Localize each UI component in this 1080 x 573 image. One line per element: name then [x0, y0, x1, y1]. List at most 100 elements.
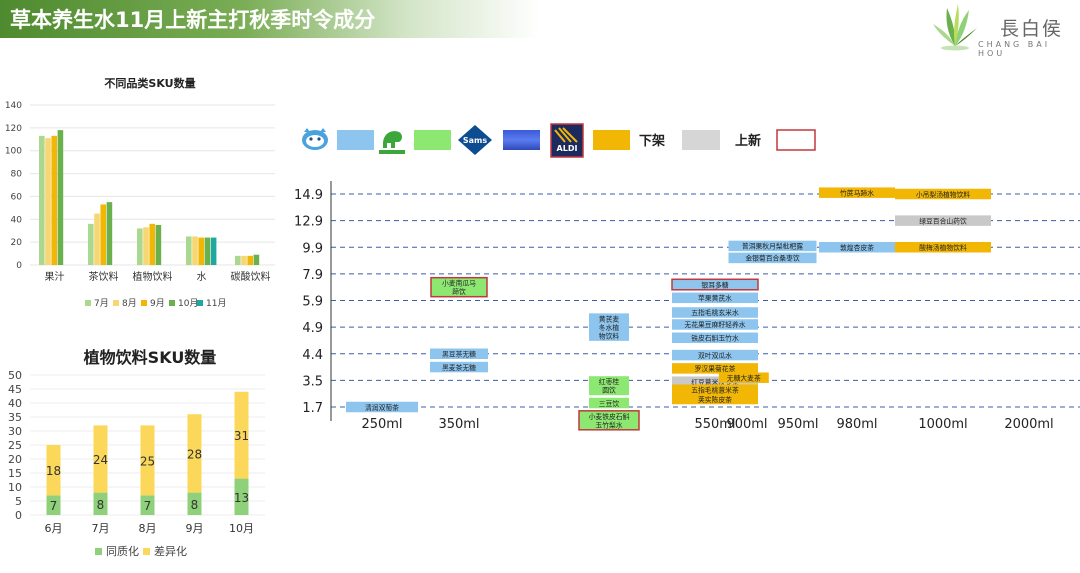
chart2-data-label: 25 — [140, 454, 155, 468]
chart1-y-tick: 80 — [11, 170, 23, 180]
map-product-label: 三豆饮 — [599, 399, 620, 408]
chart1-bar — [149, 223, 155, 265]
map-product-label: 小吊梨汤植物饮料 — [916, 190, 971, 199]
chart1-y-tick: 20 — [11, 238, 23, 248]
chart1-bar — [137, 228, 143, 265]
map-y-tick: 3.5 — [302, 374, 323, 389]
offshelf-swatch — [682, 130, 720, 150]
offshelf-legend-label: 下架 — [639, 133, 665, 149]
aldi-swatch — [593, 130, 630, 150]
chart1-x-tick: 植物饮料 — [133, 270, 173, 283]
map-product-item: 铁皮石斛玉竹水 — [672, 332, 758, 344]
chart2-title: 植物饮料SKU数量 — [83, 348, 217, 367]
chart2-data-label: 18 — [46, 464, 61, 478]
map-product-label: 五指毛桃玄米水 — [691, 308, 739, 317]
map-product-label: 普洱果秋月梨枇杷露 — [742, 242, 803, 251]
chart1-x-tick: 碳酸饮料 — [231, 270, 271, 283]
sams-club-logo-icon: Sams — [458, 125, 492, 155]
chart2-legend-label: 差异化 — [154, 544, 187, 558]
chart1-bar — [204, 237, 211, 265]
chart2-y-tick: 30 — [8, 425, 22, 438]
map-x-tick: 980ml — [836, 417, 877, 432]
chart2-data-label: 7 — [50, 499, 58, 513]
map-x-tick: 350ml — [438, 417, 479, 432]
hema-swatch — [337, 130, 374, 150]
map-product-item: 绿豆百合山药饮 — [895, 215, 991, 226]
chart1-y-tick: 140 — [5, 101, 22, 111]
header: 草本养生水11月上新主打秋季时令成分 長白侯 CHANG BAI HOU — [0, 0, 1080, 58]
chart2-data-label: 7 — [144, 499, 152, 513]
chart1-legend-label: 9月 — [150, 298, 165, 309]
map-y-tick: 4.9 — [302, 321, 323, 336]
chart1-legend-swatch — [113, 300, 119, 306]
chart1-bar — [88, 223, 94, 265]
map-product-label: 清润双萄茶 — [365, 403, 399, 412]
chart1-bar — [155, 225, 162, 265]
chart2-y-axis: 05101520253035404550 — [8, 369, 22, 522]
chart2-data-label: 13 — [234, 491, 249, 505]
map-product-label: 苹果黄芪水 — [698, 294, 732, 303]
map-product-item: 无花果豆麻籽轻养水 — [672, 319, 758, 330]
chart1-bar — [192, 236, 198, 265]
chart1-legend-label: 10月 — [178, 298, 198, 309]
chart2-y-tick: 25 — [8, 439, 22, 452]
chart2-y-tick: 15 — [8, 467, 22, 480]
map-product-item: 酸梅汤植物饮料 — [895, 242, 991, 253]
svg-text:Sams: Sams — [463, 136, 487, 145]
map-product-label: 小麦铁皮石斛 — [589, 412, 630, 421]
new-legend-label: 上新 — [735, 133, 761, 149]
map-product-label: 黑麦茶无糖 — [442, 363, 476, 372]
chart1-x-tick: 水 — [197, 271, 207, 283]
chart1-x-axis: 果汁 茶饮料 植物饮料 水 碳酸饮料 — [45, 270, 271, 283]
chart2-y-tick: 50 — [8, 369, 22, 382]
chart2-data-label: 28 — [187, 447, 202, 461]
chart2-y-tick: 5 — [15, 495, 22, 508]
new-swatch — [776, 129, 816, 151]
map-y-tick: 14.9 — [294, 188, 323, 203]
map-product-item: 清润双萄茶 — [346, 401, 418, 413]
map-product-label: 双叶双瓜水 — [698, 351, 732, 360]
price-volume-map: 1.7 3.5 4.4 4.9 5.9 7.9 9.9 12.9 14.9 250ml 350ml… — [294, 181, 1080, 432]
map-product-label: 黑豆茶无糖 — [442, 350, 476, 359]
map-product-item: 普洱果秋月梨枇杷露 — [728, 240, 817, 252]
map-product-item: 小吊梨汤植物饮料 — [895, 188, 991, 200]
map-product-item: 银耳多糖 — [671, 278, 759, 291]
chart1-legend: 7月 8月 9月 10月 11月 — [85, 298, 226, 309]
leaf-logo-icon — [933, 4, 977, 51]
map-product-label: 酸梅汤植物饮料 — [919, 243, 967, 252]
map-product-item: 小麦南瓜马蹄饮 — [430, 276, 488, 298]
chart1-legend-swatch — [169, 300, 175, 306]
chart2-y-tick: 20 — [8, 453, 22, 466]
page-title: 草本养生水11月上新主打秋季时令成分 — [10, 8, 376, 32]
map-product-label: 小麦南瓜马 — [442, 279, 476, 288]
chart1-bar — [39, 135, 45, 265]
aldi-logo-icon: ALDI — [550, 123, 584, 158]
map-product-boxes: 清润双萄茶黑豆茶无糖黑麦茶无糖小麦南瓜马蹄饮黄芪麦冬水植物饮料红枣桂圆饮三豆饮小… — [346, 187, 991, 431]
chart2-x-tick: 6月 — [45, 522, 63, 535]
brand-name: 長白侯 — [1000, 18, 1064, 40]
map-y-tick: 5.9 — [302, 295, 323, 310]
chart2-legend-swatch — [143, 548, 150, 555]
map-product-item: 无糖大麦茶 — [718, 372, 769, 383]
chart1-legend-swatch — [197, 300, 203, 306]
chart1-title: 不同品类SKU数量 — [104, 76, 195, 90]
chart2-y-tick: 35 — [8, 411, 22, 424]
map-y-tick: 9.9 — [302, 241, 323, 256]
map-product-label: 绿豆百合山药饮 — [919, 216, 967, 225]
map-product-item: 敦煌杏皮茶 — [819, 242, 895, 253]
chart1-y-tick: 120 — [5, 124, 22, 134]
map-product-item: 三豆饮 — [589, 397, 629, 409]
map-product-item: 金银菊百合桑枣饮 — [728, 252, 817, 264]
plant-drink-sku-chart: 植物饮料SKU数量 05101520253035404550 718824725… — [8, 348, 265, 558]
chart2-y-tick: 45 — [8, 383, 22, 396]
channel-legend: Sams ALDI 下架 上新 — [302, 123, 816, 158]
chart1-bar — [210, 237, 217, 265]
map-product-item: 罗汉果菊花茶 — [672, 363, 758, 374]
map-y-tick: 7.9 — [302, 268, 323, 283]
chart1-bar — [198, 237, 204, 265]
map-x-tick: 2000ml — [1004, 417, 1053, 432]
map-y-axis: 1.7 3.5 4.4 4.9 5.9 7.9 9.9 12.9 14.9 — [294, 188, 323, 416]
sams-swatch — [503, 130, 540, 150]
chart1-legend-swatch — [141, 300, 147, 306]
chart1-bar — [51, 135, 57, 265]
